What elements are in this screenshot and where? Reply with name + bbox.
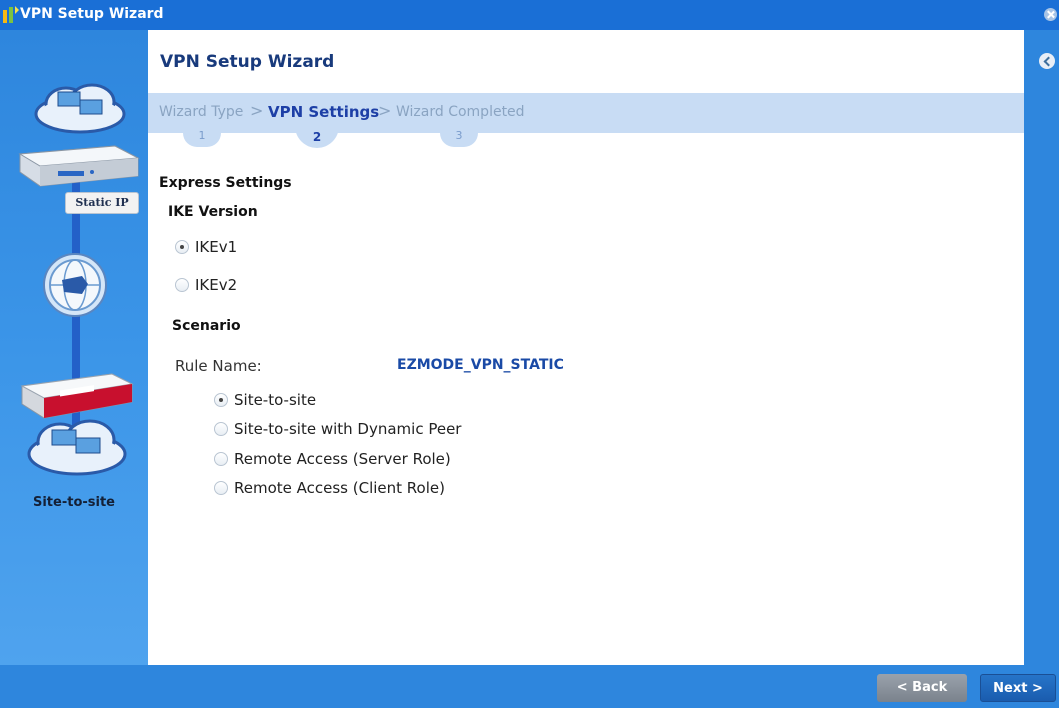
step-number-1: 1 (183, 130, 221, 147)
vpn-setup-wizard-window: VPN Setup Wizard Static IP Site-to-site … (0, 0, 1059, 708)
scenario-option-remote-access-server[interactable]: Remote Access (Server Role) (214, 450, 451, 468)
step-wizard-type: Wizard Type (159, 104, 244, 120)
ike-option-label: IKEv1 (195, 238, 238, 256)
radio-button[interactable] (214, 452, 228, 466)
scenario-illustration-panel: Static IP Site-to-site (0, 30, 148, 665)
rule-name-value: EZMODE_VPN_STATIC (397, 357, 564, 373)
collapse-icon[interactable] (1039, 53, 1055, 69)
scenario-option-remote-access-client[interactable]: Remote Access (Client Role) (214, 479, 445, 497)
radio-button-checked[interactable] (175, 240, 189, 254)
ike-option-label: IKEv2 (195, 276, 238, 294)
static-ip-badge: Static IP (65, 192, 139, 214)
scenario-option-label: Remote Access (Client Role) (234, 479, 445, 497)
step-wizard-completed: Wizard Completed (396, 104, 525, 120)
wizard-icon (3, 6, 19, 23)
scenario-option-site-to-site[interactable]: Site-to-site (214, 391, 316, 409)
radio-button[interactable] (214, 481, 228, 495)
next-button[interactable]: Next > (980, 674, 1056, 702)
step-separator: > (250, 101, 264, 120)
rule-name-label: Rule Name: (175, 357, 262, 375)
scenario-caption: Site-to-site (32, 495, 115, 510)
cloud-icon (34, 83, 126, 134)
step-number-3: 3 (440, 130, 478, 147)
express-settings-heading: Express Settings (159, 175, 292, 191)
page-title: VPN Setup Wizard (160, 52, 335, 72)
help-side-strip (1024, 30, 1059, 665)
scenario-option-label: Site-to-site (234, 391, 317, 409)
step-vpn-settings: VPN Settings (268, 103, 380, 121)
router-icon (18, 145, 140, 187)
cloud-icon (27, 419, 127, 476)
radio-button-checked[interactable] (214, 393, 228, 407)
ike-version-heading: IKE Version (168, 204, 258, 220)
title-bar: VPN Setup Wizard (0, 0, 1059, 30)
scenario-option-label: Remote Access (Server Role) (234, 450, 451, 468)
scenario-option-site-to-site-dynamic-peer[interactable]: Site-to-site with Dynamic Peer (214, 420, 461, 438)
scenario-option-label: Site-to-site with Dynamic Peer (234, 420, 462, 438)
step-number-2: 2 (295, 124, 339, 148)
ike-option-ikev2[interactable]: IKEv2 (175, 276, 237, 294)
internet-globe-icon (43, 253, 107, 317)
window-title: VPN Setup Wizard (20, 6, 164, 22)
scenario-heading: Scenario (172, 318, 241, 334)
close-icon[interactable] (1044, 8, 1057, 21)
step-separator: > (378, 101, 392, 120)
ike-option-ikev1[interactable]: IKEv1 (175, 238, 237, 256)
radio-button[interactable] (175, 278, 189, 292)
radio-button[interactable] (214, 422, 228, 436)
back-button[interactable]: < Back (877, 674, 967, 702)
